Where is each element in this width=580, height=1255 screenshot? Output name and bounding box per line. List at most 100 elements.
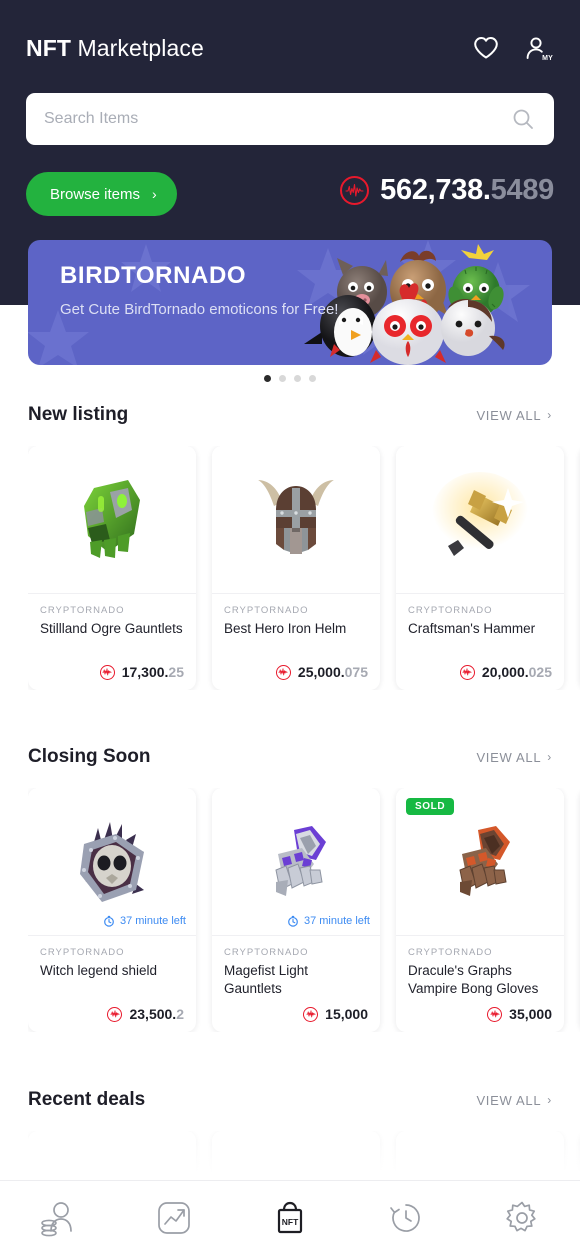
card-media: 37 minute left — [28, 788, 196, 936]
user-coins-icon — [41, 1202, 72, 1237]
browse-items-button[interactable]: Browse items › — [26, 172, 177, 216]
carousel-dot-4[interactable] — [309, 375, 316, 382]
card-price: 23,500.2 — [40, 1006, 184, 1022]
card-title: Witch legend shield — [40, 963, 158, 978]
card-title: Craftsman's Hammer — [408, 621, 536, 636]
golden-hammer-art — [432, 471, 528, 556]
balance-decimal: 5489 — [490, 174, 555, 206]
card-media — [28, 446, 196, 594]
silver-purple-gauntlets-art — [275, 825, 326, 896]
card-price: 35,000 — [408, 1006, 552, 1022]
view-all-recent-deals[interactable]: VIEW ALL › — [476, 1093, 552, 1108]
app-header: NFT Marketplace MY — [26, 26, 554, 70]
card-collection: CRYPTORNADO — [224, 605, 309, 616]
section-header-closing-soon: Closing Soon VIEW ALL › — [28, 746, 552, 768]
view-all-label: VIEW ALL — [476, 407, 542, 423]
item-card[interactable]: CRYPTORNADO Craftsman's Hammer 20,000.02… — [396, 446, 564, 690]
page-title: NFT Marketplace — [26, 35, 204, 62]
item-card[interactable]: SOLD CRYPTORNADO Dracule's Graphs Vampir… — [396, 788, 564, 1033]
chevron-right-icon: › — [547, 408, 552, 422]
carousel-dot-2[interactable] — [279, 375, 286, 382]
cryptornado-token-icon — [487, 1006, 503, 1022]
cryptornado-token-icon — [303, 1006, 319, 1022]
view-all-closing-soon[interactable]: VIEW ALL › — [476, 750, 552, 765]
section-title: Closing Soon — [28, 746, 151, 767]
stopwatch-icon — [288, 915, 298, 927]
nav-item-history[interactable] — [373, 1190, 439, 1246]
price-value: 15,000 — [325, 1006, 368, 1022]
nav-item-marketplace[interactable]: NFT — [257, 1190, 323, 1246]
price-value: 23,500.2 — [129, 1006, 184, 1022]
card-body: CRYPTORNADO Witch legend shield 23,500.2 — [28, 936, 196, 1032]
view-all-new-listing[interactable]: VIEW ALL › — [476, 408, 552, 423]
brown-vampire-gloves-art — [459, 825, 510, 896]
bottom-navigation: NFT — [0, 1180, 580, 1255]
card-collection: CRYPTORNADO — [40, 605, 125, 616]
search-icon[interactable] — [510, 106, 536, 132]
card-collection: CRYPTORNADO — [408, 605, 493, 616]
nav-item-market-stats[interactable] — [141, 1190, 207, 1246]
cryptornado-token-icon — [275, 664, 291, 680]
view-all-label: VIEW ALL — [476, 1092, 542, 1108]
search-input[interactable] — [44, 110, 510, 128]
card-price: 15,000 — [224, 1006, 368, 1022]
card-row-new-listing[interactable]: CRYPTORNADO Stillland Ogre Gauntlets 17,… — [28, 446, 580, 690]
heart-icon[interactable] — [468, 30, 504, 66]
cryptornado-token-icon — [340, 176, 370, 205]
header-actions: MY — [468, 30, 554, 66]
nav-item-profile[interactable] — [25, 1190, 91, 1246]
svg-text:NFT: NFT — [282, 1217, 299, 1227]
skull-shield-art — [80, 821, 144, 902]
section-header-new-listing: New listing VIEW ALL › — [28, 404, 552, 426]
item-card[interactable]: CRYPTORNADO Stillland Ogre Gauntlets 17,… — [28, 446, 196, 690]
brand-bold: NFT — [26, 34, 72, 61]
card-title: Stillland Ogre Gauntlets — [40, 621, 183, 636]
price-value: 17,300.25 — [122, 664, 184, 680]
balance-integer: 562,738. — [380, 174, 491, 206]
section-title: Recent deals — [28, 1089, 146, 1110]
card-collection: CRYPTORNADO — [224, 947, 309, 958]
banner-carousel-dots[interactable] — [0, 375, 580, 382]
user-icon[interactable]: MY — [518, 30, 554, 66]
card-media — [212, 446, 380, 594]
banner-text-block: BIRDTORNADO Get Cute BirdTornado emotico… — [60, 262, 338, 320]
nav-item-settings[interactable] — [489, 1190, 555, 1246]
item-card[interactable]: 37 minute left CRYPTORNADO Witch legend … — [28, 788, 196, 1033]
card-row-closing-soon[interactable]: 37 minute left CRYPTORNADO Witch legend … — [28, 788, 580, 1033]
chevron-right-icon: › — [547, 750, 552, 764]
price-integer: 17,300. — [121, 664, 169, 680]
price-value: 35,000 — [509, 1006, 552, 1022]
card-price: 25,000.075 — [224, 664, 368, 680]
card-price: 20,000.025 — [408, 664, 552, 680]
card-body: CRYPTORNADO Best Hero Iron Helm 25,000.0… — [212, 594, 380, 690]
cryptornado-token-icon — [99, 664, 115, 680]
promo-banner[interactable]: BIRDTORNADO Get Cute BirdTornado emotico… — [28, 240, 552, 365]
price-decimal: 25 — [168, 664, 184, 680]
card-media — [396, 446, 564, 594]
history-clock-icon — [390, 1204, 420, 1232]
iron-horned-helm-art — [258, 479, 334, 554]
auction-timer: 37 minute left — [103, 915, 186, 927]
card-media: SOLD — [396, 788, 564, 936]
search-bar[interactable] — [26, 93, 554, 145]
brand-rest: Marketplace — [71, 34, 204, 61]
gear-icon — [506, 1201, 536, 1232]
account-label: MY — [542, 55, 553, 62]
card-body: CRYPTORNADO Magefist Light Gauntlets 15,… — [212, 936, 380, 1032]
card-title: Magefist Light Gauntlets — [224, 963, 309, 996]
carousel-dot-1[interactable] — [264, 375, 271, 382]
card-price: 17,300.25 — [40, 664, 184, 680]
price-value: 25,000.075 — [298, 664, 368, 680]
item-card[interactable]: CRYPTORNADO Best Hero Iron Helm 25,000.0… — [212, 446, 380, 690]
card-collection: CRYPTORNADO — [408, 947, 493, 958]
banner-title: BIRDTORNADO — [60, 262, 247, 289]
item-card[interactable]: 37 minute left CRYPTORNADO Magefist Ligh… — [212, 788, 380, 1033]
stopwatch-icon — [104, 915, 114, 927]
price-decimal: 075 — [344, 664, 368, 680]
carousel-dot-3[interactable] — [294, 375, 301, 382]
wallet-balance: 562,738.5489 — [340, 174, 554, 207]
status-badge: SOLD — [406, 798, 455, 815]
card-media: 37 minute left — [212, 788, 380, 936]
app-root: NFT Marketplace MY Search Items Browse i… — [0, 0, 580, 1255]
card-body: CRYPTORNADO Stillland Ogre Gauntlets 17,… — [28, 594, 196, 690]
